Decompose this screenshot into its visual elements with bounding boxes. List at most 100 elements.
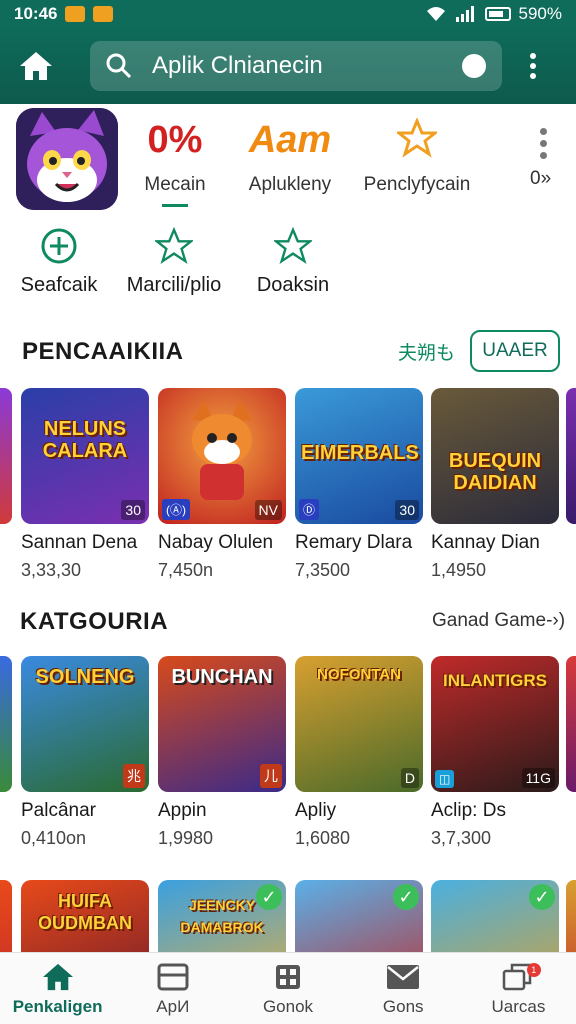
- installed-check-icon: ✓: [393, 884, 419, 910]
- game-thumbnail: JEENCKY DAMABROK ✓: [158, 880, 286, 952]
- game-downloads: 1,9980: [158, 828, 214, 848]
- game-card[interactable]: ✓: [431, 880, 559, 952]
- game-downloads: 0,410on: [21, 828, 87, 848]
- more-label: 0»: [530, 168, 552, 189]
- nav-label: Gons: [382, 996, 424, 1016]
- stat-value: 0%: [147, 119, 203, 161]
- action-label: Marcili/plio: [126, 274, 222, 296]
- installed-check-icon: ✓: [256, 884, 282, 910]
- partial-card: [566, 656, 576, 792]
- partial-card: [0, 880, 12, 952]
- stat-value: Aam: [248, 119, 332, 161]
- game-badge: 儿: [260, 764, 282, 788]
- game-badge: 11G: [521, 768, 555, 788]
- voice-search-button[interactable]: [462, 54, 486, 78]
- nav-updates[interactable]: 1 Uarcas: [461, 953, 576, 1024]
- partial-card: [566, 388, 576, 524]
- action-add[interactable]: Seafcaik: [16, 226, 102, 297]
- game-card[interactable]: BUEQUIN DAIDIAN Kannay Dian 1,4950: [431, 388, 559, 581]
- status-time: 10:46: [14, 4, 58, 23]
- game-art-title: BUEQUIN DAIDIAN: [448, 450, 542, 494]
- bottom-navigation: Penkaligen ApИ Gonok Gons 1 Uarcas: [0, 952, 576, 1024]
- nav-home[interactable]: Penkaligen: [0, 953, 115, 1024]
- game-badge-left: Ⓓ: [299, 499, 320, 520]
- game-thumbnail: HUIFA OUDMBAN: [21, 880, 149, 952]
- game-art-title: BUNCHAN: [171, 666, 273, 688]
- app-icon[interactable]: [16, 108, 118, 210]
- apps-icon: [157, 961, 189, 993]
- more-vert-button[interactable]: [540, 128, 547, 159]
- game-thumbnail: NELUNS CALARA 30: [21, 388, 149, 524]
- game-card[interactable]: INLANTIGRS ◫ 11G Aclip: Ds 3,7,300: [431, 656, 559, 849]
- nav-games[interactable]: Gonok: [230, 953, 345, 1024]
- game-downloads: 7,3500: [295, 560, 351, 580]
- game-card[interactable]: BUNCHAN 儿 Appin 1,9980: [158, 656, 286, 849]
- section-link[interactable]: 夫朔も: [398, 338, 455, 365]
- game-art-title: SOLNENG: [35, 666, 135, 688]
- game-row-2: SOLNENG 兆 Palcânar 0,410on BUNCHAN 儿 App…: [0, 656, 576, 852]
- game-title: Nabay Olulen: [158, 532, 274, 553]
- grid-icon: [274, 961, 302, 993]
- game-card[interactable]: (Ⓐ) NV Nabay Olulen 7,450n: [158, 388, 286, 581]
- star-outline-icon: [122, 226, 226, 266]
- game-thumbnail: (Ⓐ) NV: [158, 388, 286, 524]
- action-label: Doaksin: [256, 274, 330, 296]
- nav-mail[interactable]: Gons: [346, 953, 461, 1024]
- stat-rating: 0% Mecain: [138, 118, 212, 207]
- partial-card: [566, 880, 576, 952]
- game-downloads: 7,450n: [158, 560, 214, 580]
- search-input[interactable]: Aplik Clnianecin: [90, 41, 502, 91]
- wifi-icon: [426, 7, 445, 21]
- app-header: 0% Mecain Aam Aplukleny Penclyfycain 0»: [0, 106, 576, 210]
- game-badge: 兆: [123, 764, 145, 788]
- stat-label: Penclyfycain: [363, 174, 471, 195]
- notification-icon: [65, 6, 86, 22]
- search-icon: [106, 53, 132, 79]
- game-row-1: NELUNS CALARA 30 Sannan Dena 3,33,30 (Ⓐ)…: [0, 388, 576, 584]
- game-card[interactable]: NELUNS CALARA 30 Sannan Dena 3,33,30: [21, 388, 149, 581]
- stat-underline: [162, 204, 188, 207]
- game-badge: 30: [395, 500, 419, 520]
- home-icon: [42, 961, 74, 993]
- game-title: Kannay Dian: [431, 532, 540, 553]
- overflow-menu-button[interactable]: [530, 53, 536, 79]
- action-row: Seafcaik Marcili/plio Doaksin: [0, 226, 576, 300]
- section-button[interactable]: UAAER: [470, 330, 560, 372]
- game-card[interactable]: NOFONTAN D Apliy 1,6080: [295, 656, 423, 849]
- game-card[interactable]: SOLNENG 兆 Palcânar 0,410on: [21, 656, 149, 849]
- game-thumbnail: INLANTIGRS ◫ 11G: [431, 656, 559, 792]
- add-circle-icon: [16, 226, 102, 266]
- game-thumbnail: BUNCHAN 儿: [158, 656, 286, 792]
- cat-mascot-icon: [16, 108, 118, 210]
- game-thumbnail: ✓: [295, 880, 423, 952]
- partial-card: [0, 388, 12, 524]
- action-wishlist[interactable]: Marcili/plio: [122, 226, 226, 297]
- section-title: KATGOURIA: [20, 608, 169, 635]
- action-rate[interactable]: Doaksin: [252, 226, 334, 297]
- nav-label: Gonok: [262, 996, 314, 1016]
- fox-mascot-icon: [192, 400, 252, 500]
- game-thumbnail: ✓: [431, 880, 559, 952]
- nav-label: Uarcas: [491, 996, 546, 1016]
- app-bar: Aplik Clnianecin: [0, 28, 576, 104]
- home-icon: [20, 52, 52, 80]
- battery-icon: [484, 7, 511, 21]
- game-card[interactable]: HUIFA OUDMBAN: [21, 880, 149, 952]
- nav-apps[interactable]: ApИ: [115, 953, 230, 1024]
- game-art-title: EIMERBALS: [301, 442, 419, 464]
- game-badge-left: ◫: [435, 770, 455, 788]
- game-card[interactable]: ✓: [295, 880, 423, 952]
- game-art-title: NELUNS CALARA: [42, 418, 128, 462]
- home-button[interactable]: [16, 46, 56, 86]
- game-thumbnail: EIMERBALS Ⓓ 30: [295, 388, 423, 524]
- star-icon: [362, 117, 472, 162]
- game-thumbnail: NOFONTAN D: [295, 656, 423, 792]
- section-more-link[interactable]: Ganad Game-›): [432, 610, 565, 632]
- action-label: Seafcaik: [20, 274, 98, 296]
- game-downloads: 1,6080: [295, 828, 351, 848]
- stat-age: Aam Aplukleny: [240, 118, 340, 196]
- game-downloads: 3,33,30: [21, 560, 82, 580]
- game-card[interactable]: EIMERBALS Ⓓ 30 Remary Dlara 7,3500: [295, 388, 423, 581]
- game-title: Palcânar: [21, 800, 96, 821]
- game-card[interactable]: JEENCKY DAMABROK ✓: [158, 880, 286, 952]
